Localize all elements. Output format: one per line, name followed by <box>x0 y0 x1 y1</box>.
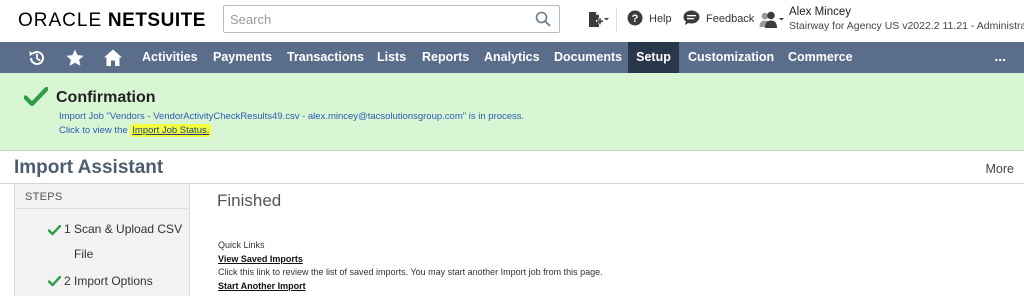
confirmation-title: Confirmation <box>56 89 156 106</box>
view-saved-imports-desc: Click this link to review the list of sa… <box>218 267 603 277</box>
more-menu[interactable]: More <box>986 162 1014 176</box>
user-name[interactable]: Alex Mincey <box>789 6 851 18</box>
confirmation-link-line: Click to view the Import Job Status. <box>59 124 212 137</box>
confirmation-banner: Confirmation Import Job "Vendors - Vendo… <box>0 73 1024 151</box>
steps-divider <box>15 208 189 209</box>
success-check-icon <box>24 87 48 107</box>
create-new-icon[interactable] <box>587 11 609 29</box>
netsuite-logo[interactable]: ORACLE NETSUITE <box>18 10 206 32</box>
global-search <box>223 5 560 33</box>
nav-setup[interactable]: Setup <box>628 42 679 73</box>
nav-transactions[interactable]: Transactions <box>277 42 374 73</box>
nav-payments[interactable]: Payments <box>203 42 282 73</box>
finished-heading: Finished <box>217 191 282 210</box>
feedback-label[interactable]: Feedback <box>706 13 754 25</box>
user-roles-icon[interactable] <box>759 11 785 29</box>
logo-oracle-text: ORACLE <box>18 10 103 31</box>
steps-header: STEPS <box>25 191 63 203</box>
start-another-import-link[interactable]: Start Another Import <box>218 281 306 291</box>
header-divider <box>616 8 617 32</box>
recent-records-icon[interactable] <box>27 48 47 68</box>
nav-reports[interactable]: Reports <box>412 42 479 73</box>
confirmation-message: Import Job "Vendors - VendorActivityChec… <box>59 111 525 122</box>
step-1-label-cont[interactable]: File <box>74 247 93 261</box>
help-icon[interactable]: ? <box>627 10 643 26</box>
main-nav: Activities Payments Transactions Lists R… <box>0 42 1024 73</box>
search-icon[interactable] <box>535 11 551 27</box>
svg-text:?: ? <box>632 13 639 25</box>
step-2-label[interactable]: 2 Import Options <box>64 274 153 288</box>
favorites-star-icon[interactable] <box>65 48 85 68</box>
confirmation-link-prefix: Click to view the <box>59 125 131 136</box>
nav-documents[interactable]: Documents <box>544 42 632 73</box>
import-job-status-link[interactable]: Import Job Status. <box>130 124 212 137</box>
step-complete-icon <box>48 276 61 287</box>
step-complete-icon <box>48 225 61 236</box>
nav-activities[interactable]: Activities <box>132 42 208 73</box>
search-input[interactable] <box>224 6 524 32</box>
top-header: ORACLE NETSUITE ? Help Feedback <box>0 0 1024 42</box>
nav-analytics[interactable]: Analytics <box>474 42 550 73</box>
feedback-icon[interactable] <box>683 10 700 26</box>
steps-panel: STEPS 1 Scan & Upload CSV File 2 Import … <box>14 184 190 296</box>
quick-links-label: Quick Links <box>218 240 265 250</box>
logo-netsuite-text: NETSUITE <box>107 10 206 31</box>
nav-customization[interactable]: Customization <box>678 42 784 73</box>
home-icon[interactable] <box>103 48 123 68</box>
page-title: Import Assistant <box>14 157 164 178</box>
step-1-label[interactable]: 1 Scan & Upload CSV <box>64 222 182 236</box>
help-label[interactable]: Help <box>649 13 672 25</box>
nav-more-menu[interactable]: ... <box>994 42 1006 73</box>
user-role[interactable]: Stairway for Agency US v2022.2 11.21 - A… <box>789 20 1024 32</box>
nav-commerce[interactable]: Commerce <box>778 42 863 73</box>
view-saved-imports-link[interactable]: View Saved Imports <box>218 254 303 264</box>
nav-lists[interactable]: Lists <box>367 42 416 73</box>
